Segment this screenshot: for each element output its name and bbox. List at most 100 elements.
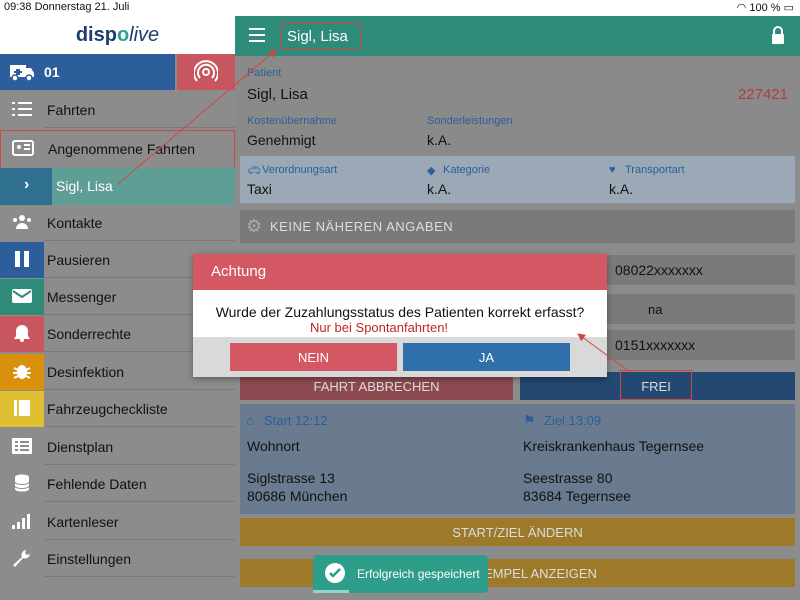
sidebar-item-label: Desinfektion [47, 364, 125, 380]
lock-icon[interactable] [771, 26, 785, 44]
sidebar-item-einstellungen[interactable]: Einstellungen [0, 541, 235, 577]
book-icon [0, 391, 44, 427]
no-button[interactable]: NEIN [230, 343, 397, 371]
show-stamp-label: EMPEL ANZEIGEN [484, 566, 597, 581]
app-logo: dispolive [0, 16, 235, 54]
logo-accent: o [116, 24, 130, 46]
gear-icon: ⚙ [246, 216, 263, 236]
ziel-street: Seestrasse 80 [523, 470, 613, 486]
hamburger-menu-icon[interactable] [249, 28, 265, 42]
battery-status: ◠ 100 % ▭ [737, 1, 794, 14]
sidebar-item-label: Pausieren [47, 252, 111, 268]
sidebar-item-label: Angenommene Fahrten [48, 141, 196, 157]
broadcast-icon [194, 60, 218, 82]
sidebar-item-label: Messenger [47, 289, 117, 305]
dialog-title: Achtung [193, 254, 607, 290]
phone2-value: 0151xxxxxxx [615, 337, 696, 353]
status-bar: 09:38 Donnerstag 21. Juli ◠ 100 % ▭ [0, 0, 800, 16]
transport-label: Transportart [625, 164, 685, 176]
start-city: 80686 München [247, 488, 348, 504]
vehicle-number: 01 [44, 64, 60, 80]
transport-value: k.A. [609, 181, 634, 197]
toast-message: Erfolgreich gespeichert [357, 567, 480, 581]
signal-icon [0, 504, 44, 540]
car-icon: 🚗︎ [247, 165, 261, 177]
tag-icon: ◆ [427, 165, 436, 177]
sidebar-subitem-patient[interactable]: › Sigl, Lisa [0, 168, 235, 205]
header-title: Sigl, Lisa [281, 23, 361, 50]
special-label: Sonderleistungen [427, 115, 513, 127]
no-details-bar[interactable]: ⚙ KEINE NÄHEREN ANGABEN [240, 210, 795, 243]
patient-id: 227421 [737, 86, 788, 103]
pause-icon [0, 242, 44, 278]
chevron-right-icon: › [0, 168, 52, 205]
yes-button[interactable]: JA [403, 343, 570, 371]
check-icon [325, 563, 345, 583]
start-street: Siglstrasse 13 [247, 470, 335, 486]
prescription-row: 🚗︎ Verordnungsart Taxi ◆ Kategorie k.A. … [240, 156, 795, 203]
na-value: na [648, 302, 663, 317]
start-label: Start 12:12 [264, 413, 328, 428]
logo-live: live [129, 24, 160, 46]
id-card-icon [1, 131, 45, 167]
patient-label: Patient [247, 67, 282, 79]
category-value: k.A. [427, 181, 452, 197]
phone1-value: 08022xxxxxxx [615, 262, 703, 278]
route-panel: ⌂ Start 12:12 Wohnort Siglstrasse 13 806… [240, 404, 795, 514]
startziel-change-button[interactable]: START/ZIEL ÄNDERN [240, 518, 795, 546]
sidebar-item-label: Sonderrechte [47, 326, 132, 342]
vehicle-selector[interactable]: 01 [0, 54, 175, 90]
battery-percent: 100 % [749, 2, 781, 14]
sidebar-item-label: Dienstplan [47, 439, 114, 455]
free-button-label: FREI [620, 370, 692, 400]
sidebar-item-kartenleser[interactable]: Kartenleser [0, 504, 235, 540]
annotation-hint: Nur bei Spontanfahrten! [310, 320, 449, 335]
patient-section: Patient Sigl, Lisa 227421 Kostenübernahm… [235, 56, 800, 156]
radio-button[interactable] [177, 54, 235, 90]
sidebar-item-fahrten[interactable]: Fahrten [0, 92, 235, 128]
sidebar-item-label: Kontakte [47, 215, 103, 231]
subitem-label: Sigl, Lisa [56, 178, 113, 194]
ziel-label: Ziel 13:09 [544, 413, 602, 428]
category-label: Kategorie [443, 164, 491, 176]
database-icon [0, 466, 44, 502]
wifi-icon: ◠ [736, 2, 750, 14]
cost-label: Kostenübernahme [247, 115, 337, 127]
dialog-footer: NEIN JA [193, 337, 607, 377]
sidebar-item-label: Kartenleser [47, 514, 119, 530]
status-time-date: 09:38 Donnerstag 21. Juli [4, 1, 130, 13]
toast-progress [313, 590, 349, 593]
special-value: k.A. [427, 132, 452, 148]
home-icon: ⌂ [246, 412, 255, 428]
heart-icon: ♥ [609, 164, 616, 176]
sidebar-item-fahrzeugcheckliste[interactable]: Fahrzeugcheckliste [0, 391, 235, 427]
cost-value: Genehmigt [247, 132, 316, 148]
bug-icon [0, 354, 44, 390]
sidebar-item-dienstplan[interactable]: Dienstplan [0, 429, 235, 465]
ambulance-icon [10, 65, 34, 82]
confirmation-dialog: Achtung Wurde der Zuzahlungsstatus des P… [193, 254, 607, 377]
sidebar-item-label: Fahrten [47, 102, 96, 118]
prescription-label: Verordnungsart [262, 164, 338, 176]
sidebar-item-kontakte[interactable]: Kontakte [0, 205, 235, 241]
flag-icon: ⚑ [523, 412, 536, 428]
success-toast: Erfolgreich gespeichert [313, 555, 488, 593]
sidebar-item-fehlende-daten[interactable]: Fehlende Daten [0, 466, 235, 502]
ziel-place: Kreiskrankenhaus Tegernsee [523, 438, 705, 454]
logo-text: disp [75, 24, 117, 46]
list-alt-icon [0, 429, 44, 465]
prescription-value: Taxi [247, 181, 272, 197]
start-place: Wohnort [247, 438, 300, 454]
ziel-city: 83684 Tegernsee [523, 488, 631, 504]
app-header: Sigl, Lisa [235, 16, 800, 56]
dialog-question: Wurde der Zuzahlungsstatus des Patienten… [215, 304, 585, 320]
patient-name: Sigl, Lisa [247, 86, 308, 103]
bell-icon [0, 316, 44, 352]
wrench-icon [0, 541, 44, 577]
no-details-label: KEINE NÄHEREN ANGABEN [270, 219, 454, 234]
list-icon [0, 92, 44, 128]
mail-icon [0, 279, 44, 315]
battery-icon: ▭ [783, 2, 794, 14]
people-icon [0, 205, 44, 241]
sidebar-item-label: Fahrzeugcheckliste [47, 401, 168, 417]
